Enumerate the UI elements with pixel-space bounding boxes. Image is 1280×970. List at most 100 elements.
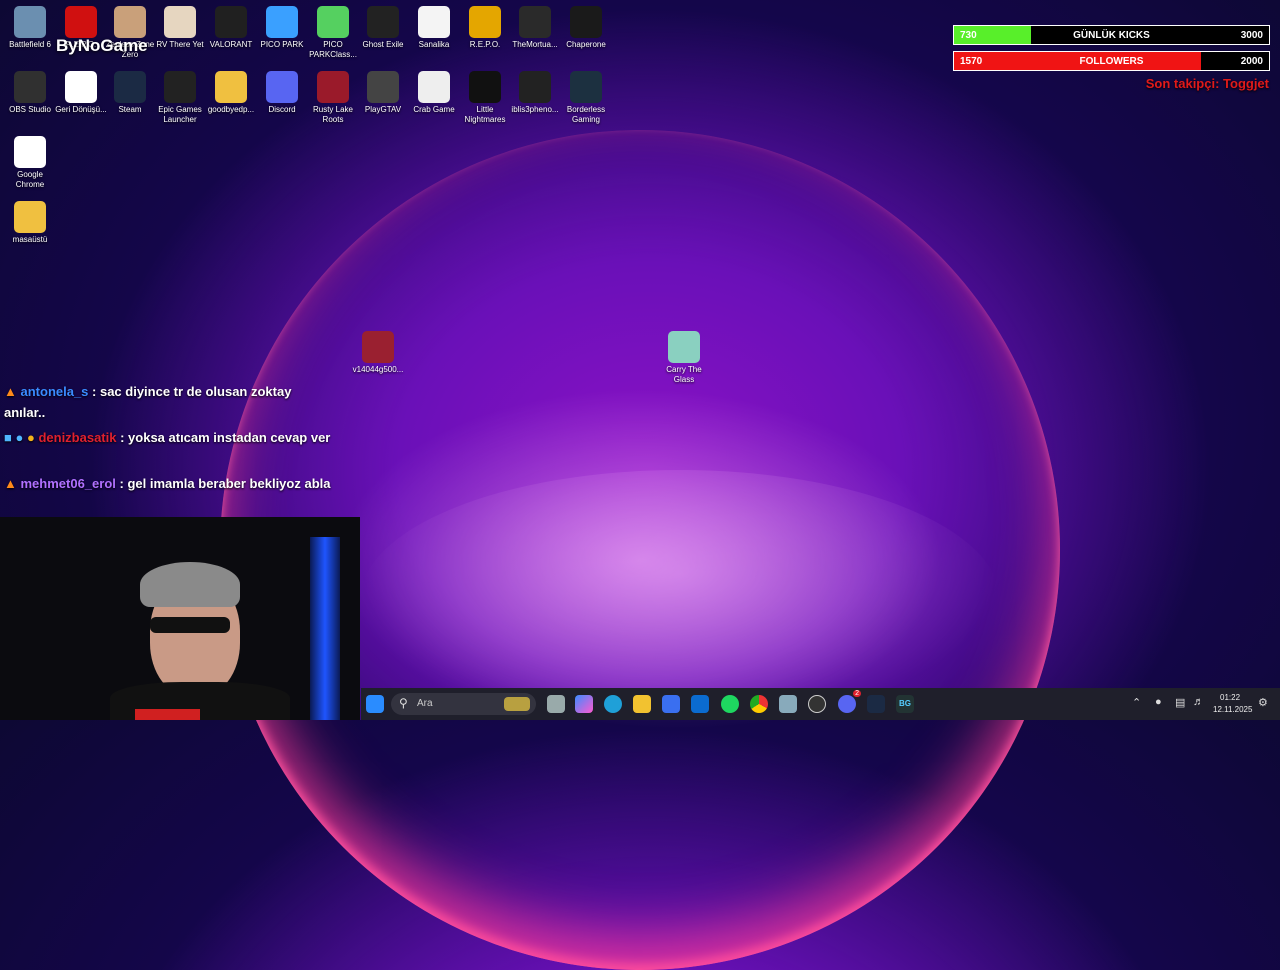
obs-icon (14, 71, 46, 103)
chrome-icon[interactable] (750, 695, 768, 713)
desktop-icon[interactable]: Discord (256, 71, 308, 115)
edge-icon[interactable] (604, 695, 622, 713)
desktop-icon[interactable]: OBS Studio (4, 71, 56, 115)
desktop-icon[interactable]: Rusty Lake Roots (307, 71, 359, 125)
desktop-icon[interactable]: v14044g500... (352, 331, 404, 375)
store-icon[interactable] (662, 695, 680, 713)
game-icon (114, 6, 146, 38)
repo-game-icon (469, 6, 501, 38)
desktop-icon-label: masaüstü (12, 235, 48, 244)
borderless-gaming-icon (570, 71, 602, 103)
steam-icon[interactable] (867, 695, 885, 713)
desktop-icon-label: Ghost Exile (362, 40, 404, 49)
desktop-icon[interactable]: PICO PARK (256, 6, 308, 50)
last-follower-text: Son takipçi: Toggjet (1145, 76, 1269, 91)
settings-icon[interactable] (779, 695, 797, 713)
desktop-icon-label: TheMortua... (512, 40, 558, 49)
desktop-icon[interactable]: Google Chrome (4, 136, 56, 190)
valorant-icon (215, 6, 247, 38)
desktop-icon[interactable]: R.E.P.O. (459, 6, 511, 50)
notifications-icon[interactable]: ⚙ (1258, 696, 1268, 709)
rv-there-yet-icon (164, 6, 196, 38)
file-explorer-icon[interactable] (633, 695, 651, 713)
desktop-icon-label: v14044g500... (352, 365, 404, 374)
desktop-icon[interactable]: Geri Dönüşü... (55, 71, 107, 115)
desktop-icon-label: Battlefield 6 (9, 40, 51, 49)
network-icon[interactable]: ▤ (1175, 696, 1185, 709)
followers-goal-bar: 1570 FOLLOWERS 2000 (953, 51, 1270, 71)
task-view-icon[interactable] (547, 695, 565, 713)
streamer-logo: ByNoGame (56, 36, 148, 55)
kicks-goal: 3000 (1240, 30, 1263, 41)
desktop-icon-label: Crab Game (413, 105, 455, 114)
desktop-icon[interactable]: Crab Game (408, 71, 460, 115)
desktop-icon-label: PICO PARKClass... (309, 40, 357, 59)
desktop-icon-label: Little Nightmares (464, 105, 506, 124)
chrome-icon (14, 136, 46, 168)
discord-icon[interactable]: 2 (838, 690, 861, 713)
desktop-icon[interactable]: goodbyedp... (205, 71, 257, 115)
cube-badge-icon: ■ (4, 430, 12, 445)
spotify-icon[interactable] (721, 695, 739, 713)
chat-message: ▲ mehmet06_erol : gel imamla beraber bek… (4, 473, 334, 494)
desktop-icon-label: PICO PARK (260, 40, 304, 49)
desktop-icon-label: RV There Yet (156, 40, 204, 49)
discord-icon (266, 71, 298, 103)
desktop-icon[interactable]: Chaperone (560, 6, 612, 50)
gtav-icon (367, 71, 399, 103)
fire-badge-icon: ▲ (4, 384, 17, 399)
desktop-icon[interactable]: Sanalika (408, 6, 460, 50)
taskbar: ⚲ Ara 2 BG ⌃ ● ▤ ♬ 01:22 12.11.2025 ⚙ (361, 688, 1280, 720)
kicks-goal-bar: 730 GÜNLÜK KICKS 3000 (953, 25, 1270, 45)
little-nightmares-icon (469, 71, 501, 103)
desktop-icon[interactable]: Carry The Glass (658, 331, 710, 385)
pico-park-icon (266, 6, 298, 38)
followers-goal: 2000 (1240, 56, 1263, 67)
desktop-icon[interactable]: PlayGTAV (357, 71, 409, 115)
chat-username: denizbasatik (38, 430, 117, 445)
desktop-icon[interactable]: Ghost Exile (357, 6, 409, 50)
folder-icon (215, 71, 247, 103)
desktop-icon[interactable]: iblis3pheno... (509, 71, 561, 115)
desktop-icon[interactable]: masaüstü (4, 201, 56, 245)
microphone-icon[interactable]: ● (1155, 696, 1162, 708)
search-highlight-icon (504, 697, 530, 711)
chevron-up-icon[interactable]: ⌃ (1132, 696, 1141, 709)
clock-date[interactable]: 12.11.2025 (1213, 705, 1252, 714)
outlook-icon[interactable] (691, 695, 709, 713)
iblis-icon (519, 71, 551, 103)
borderless-gaming-icon[interactable]: BG (896, 695, 914, 713)
kicks-label: GÜNLÜK KICKS (1073, 30, 1150, 41)
the-mortuary-icon (519, 6, 551, 38)
search-box[interactable]: ⚲ Ara (391, 693, 536, 715)
windows-start-icon[interactable] (366, 695, 384, 713)
sub-badge-icon: ● (26, 430, 35, 445)
desktop-icon[interactable]: Battlefield 6 (4, 6, 56, 50)
chat-username: mehmet06_erol (20, 476, 116, 491)
search-icon: ⚲ (399, 696, 408, 710)
desktop-icon-label: Steam (118, 105, 142, 114)
chat-message: ■ ● ● denizbasatik : yoksa atıcam instad… (4, 427, 334, 448)
notification-badge: 2 (853, 690, 861, 697)
desktop-icon[interactable]: RV There Yet (154, 6, 206, 50)
desktop-icon[interactable]: Little Nightmares (459, 71, 511, 125)
copilot-icon[interactable] (575, 695, 593, 713)
desktop-icon[interactable]: Steam (104, 71, 156, 115)
clock-time[interactable]: 01:22 (1220, 693, 1240, 702)
crab-game-icon (418, 71, 450, 103)
followers-label: FOLLOWERS (1079, 56, 1144, 67)
desktop-icon-label: Sanalika (418, 40, 450, 49)
desktop-icon-label: Discord (268, 105, 296, 114)
folder-icon (14, 201, 46, 233)
desktop-icon[interactable]: Epic Games Launcher (154, 71, 206, 125)
desktop-icon-label: Rusty Lake Roots (312, 105, 354, 124)
desktop-icon[interactable]: VALORANT (205, 6, 257, 50)
obs-icon[interactable] (808, 695, 826, 713)
desktop-icon[interactable]: Borderless Gaming (560, 71, 612, 125)
volume-icon[interactable]: ♬ (1193, 696, 1204, 708)
steam-icon (114, 71, 146, 103)
desktop-icon-label: OBS Studio (9, 105, 51, 114)
recycle-bin-icon (65, 71, 97, 103)
desktop-icon[interactable]: PICO PARKClass... (307, 6, 359, 60)
desktop-icon[interactable]: TheMortua... (509, 6, 561, 50)
